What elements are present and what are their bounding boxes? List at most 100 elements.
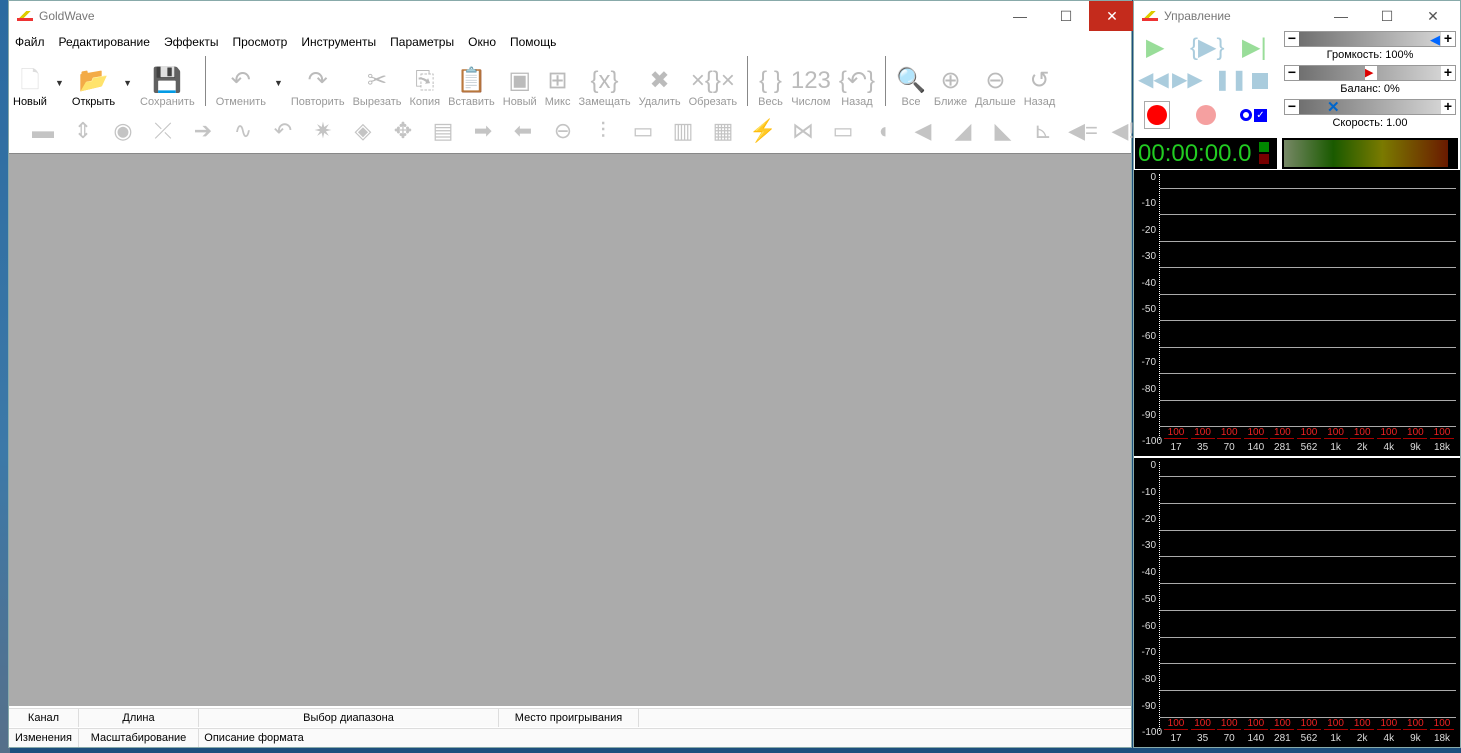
- rewind-button[interactable]: ◀◀: [1138, 67, 1169, 92]
- toolbar-button-label: Замещать: [578, 96, 631, 108]
- effect-tool-icon[interactable]: ⤫: [143, 115, 183, 147]
- toolbar-button[interactable]: ⎘ Копия: [406, 56, 445, 108]
- toolbar-button[interactable]: 📋 Вставить: [444, 56, 499, 108]
- fast-forward-button[interactable]: ▶▶: [1172, 67, 1203, 92]
- minimize-button[interactable]: —: [997, 1, 1043, 31]
- toolbar-button-label: Микс: [544, 96, 571, 108]
- db-tick-label: -10: [1141, 198, 1156, 210]
- effect-tool-icon[interactable]: ◀=: [1063, 115, 1103, 147]
- play-button[interactable]: ▶: [1146, 33, 1164, 62]
- menu-item[interactable]: Параметры: [390, 35, 454, 49]
- effect-tool-icon[interactable]: ▥: [663, 115, 703, 147]
- effect-tool-icon[interactable]: ◣: [983, 115, 1023, 147]
- menu-item[interactable]: Эффекты: [164, 35, 219, 49]
- speed-minus-button[interactable]: −: [1285, 99, 1299, 114]
- toolbar-button[interactable]: ⊕ Ближе: [930, 56, 971, 108]
- balance-plus-button[interactable]: +: [1441, 65, 1455, 80]
- volume-plus-button[interactable]: +: [1441, 31, 1455, 46]
- peak-value: 100: [1217, 718, 1242, 730]
- effect-tool-icon[interactable]: ⫶: [583, 115, 623, 147]
- record-selection-button[interactable]: [1196, 105, 1216, 125]
- effect-tool-icon[interactable]: ◖: [863, 115, 903, 147]
- menu-item[interactable]: Файл: [15, 35, 45, 49]
- toolbar-button[interactable]: ⊖ Дальше: [971, 56, 1020, 108]
- effect-tool-icon[interactable]: ▦: [703, 115, 743, 147]
- effect-tool-icon[interactable]: ▭: [823, 115, 863, 147]
- close-button[interactable]: ✕: [1089, 1, 1135, 31]
- toolbar-button[interactable]: ✂ Вырезать: [349, 56, 406, 108]
- menu-item[interactable]: Инструменты: [301, 35, 376, 49]
- replace-icon: {x}: [590, 67, 619, 94]
- control-maximize-button[interactable]: ☐: [1364, 1, 1410, 31]
- play-to-end-button[interactable]: ▶|: [1242, 33, 1267, 62]
- volume-minus-button[interactable]: −: [1285, 31, 1299, 46]
- toolbar-button[interactable]: 💾 Сохранить: [136, 56, 199, 108]
- maximize-button[interactable]: ☐: [1043, 1, 1089, 31]
- spectrum-analyzer-1: 0 -10 -20 -30 -40 -50 -60 -70 -80 -90 -100 17 100 35 1…: [1134, 170, 1460, 456]
- effect-tool-icon[interactable]: ✷: [303, 115, 343, 147]
- toolbar-button[interactable]: ⊞ Микс: [541, 56, 575, 108]
- toolbar-button[interactable]: ✖ Удалить: [635, 56, 685, 108]
- control-close-button[interactable]: ✕: [1410, 1, 1456, 31]
- peak-value: 100: [1350, 718, 1375, 730]
- balance-minus-button[interactable]: −: [1285, 65, 1299, 80]
- menu-item[interactable]: Редактирование: [59, 35, 150, 49]
- toolbar-button[interactable]: 123 Числом: [787, 56, 835, 108]
- effect-tool-icon[interactable]: ∿: [223, 115, 263, 147]
- toolbar-button[interactable]: ↺ Назад: [1020, 56, 1060, 108]
- effect-tool-icon[interactable]: ▭: [623, 115, 663, 147]
- effect-tool-icon[interactable]: ◢: [943, 115, 983, 147]
- effect-tool-icon[interactable]: ◀: [903, 115, 943, 147]
- toolbar-button[interactable]: ↶ Отменить: [212, 56, 270, 108]
- copy-icon: ⎘: [415, 67, 435, 94]
- effect-tool-icon[interactable]: ➔: [183, 115, 223, 147]
- toolbar-button[interactable]: ▣ Новый: [499, 56, 541, 108]
- monitor-record-toggle[interactable]: [1240, 109, 1252, 121]
- dropdown-arrow-icon[interactable]: ▼: [55, 78, 64, 88]
- speed-thumb[interactable]: ✕: [1327, 98, 1340, 116]
- effect-tool-icon[interactable]: ✥: [383, 115, 423, 147]
- toolbar-button[interactable]: ×{}× Обрезать: [685, 56, 742, 108]
- toolbar-button[interactable]: 🔍 Все: [892, 56, 930, 108]
- volume-slider[interactable]: − ◀ +: [1284, 31, 1456, 47]
- menu-item[interactable]: Окно: [468, 35, 496, 49]
- toolbar-button[interactable]: 🗋 Новый: [9, 56, 51, 108]
- effect-tool-icon[interactable]: ◉: [103, 115, 143, 147]
- speed-slider[interactable]: − ✕ +: [1284, 98, 1456, 116]
- volume-thumb[interactable]: ◀: [1430, 32, 1440, 48]
- level-meter: [1282, 138, 1458, 169]
- toolbar-button[interactable]: { } Весь: [754, 56, 787, 108]
- stop-button[interactable]: [1252, 73, 1268, 89]
- effect-tool-icon[interactable]: ➡: [463, 115, 503, 147]
- effect-tool-icon[interactable]: ⬅: [503, 115, 543, 147]
- checkbox-icon[interactable]: ✓: [1254, 109, 1267, 122]
- effect-tool-icon[interactable]: ▬: [23, 115, 63, 147]
- goldwave-logo-icon: [1142, 11, 1158, 21]
- db-tick-label: 0: [1150, 460, 1156, 471]
- effect-tool-icon[interactable]: ⚡: [743, 115, 783, 147]
- toolbar-button[interactable]: ↷ Повторить: [287, 56, 349, 108]
- menu-item[interactable]: Просмотр: [233, 35, 288, 49]
- toolbar-button[interactable]: {x} Замещать: [574, 56, 634, 108]
- effect-tool-icon[interactable]: ⋈: [783, 115, 823, 147]
- toolbar-button[interactable]: {↶} Назад: [835, 56, 879, 108]
- effect-tool-icon[interactable]: ⇕: [63, 115, 103, 147]
- dropdown-arrow-icon[interactable]: ▼: [123, 78, 132, 88]
- db-tick-label: -90: [1141, 700, 1156, 712]
- effect-tool-icon[interactable]: ↶: [263, 115, 303, 147]
- pause-button[interactable]: ❚❚: [1214, 67, 1248, 92]
- effect-tool-icon[interactable]: ⊾: [1023, 115, 1063, 147]
- effect-tool-icon[interactable]: ▤: [423, 115, 463, 147]
- balance-thumb[interactable]: ▶: [1365, 66, 1377, 80]
- dropdown-arrow-icon[interactable]: ▼: [274, 78, 283, 88]
- speed-plus-button[interactable]: +: [1441, 99, 1455, 114]
- db-tick-label: -20: [1141, 513, 1156, 525]
- toolbar-button[interactable]: 📂 Открыть: [68, 56, 119, 108]
- control-minimize-button[interactable]: —: [1318, 1, 1364, 31]
- balance-slider[interactable]: − ▶ +: [1284, 65, 1456, 81]
- effect-tool-icon[interactable]: ◈: [343, 115, 383, 147]
- effect-tool-icon[interactable]: ⊖: [543, 115, 583, 147]
- play-selection-button[interactable]: {▶}: [1190, 33, 1225, 62]
- record-button[interactable]: [1144, 101, 1170, 129]
- menu-item[interactable]: Помощь: [510, 35, 556, 49]
